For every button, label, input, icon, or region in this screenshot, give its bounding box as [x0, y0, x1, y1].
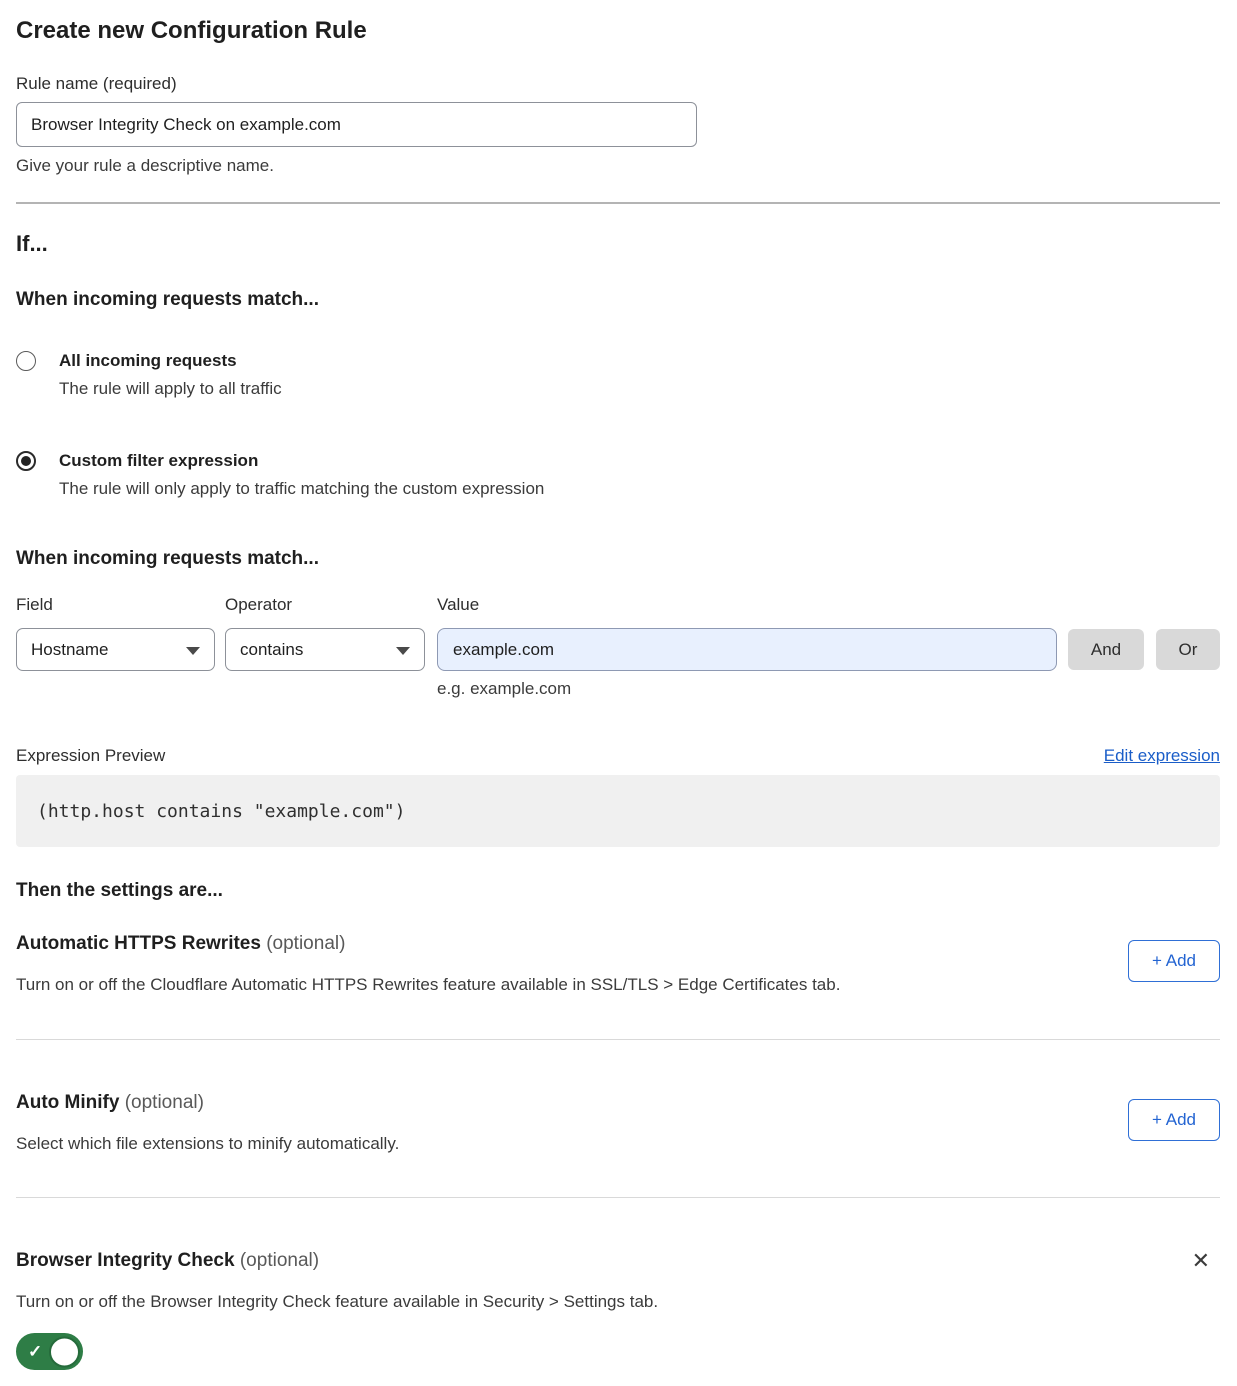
expression-preview-box: (http.host contains "example.com") [16, 775, 1220, 847]
radio-label: All incoming requests [59, 350, 282, 372]
expression-code: (http.host contains "example.com") [37, 801, 405, 822]
chevron-down-icon [186, 647, 200, 655]
edit-expression-link[interactable]: Edit expression [1104, 745, 1220, 767]
builder-labels: Field Operator Value [16, 594, 1220, 616]
create-configuration-rule-form: Create new Configuration Rule Rule name … [0, 0, 1237, 1386]
setting-title: Automatic HTTPS Rewrites [16, 933, 261, 954]
add-automatic-https-rewrites-button[interactable]: + Add [1128, 940, 1220, 982]
expression-preview-label: Expression Preview [16, 745, 165, 767]
setting-description: Turn on or off the Browser Integrity Che… [16, 1291, 1220, 1313]
browser-integrity-toggle[interactable]: ✓ [16, 1333, 83, 1370]
add-auto-minify-button[interactable]: + Add [1128, 1099, 1220, 1141]
setting-optional-tag: (optional) [266, 933, 345, 954]
section-divider [16, 202, 1220, 204]
radio-label: Custom filter expression [59, 450, 544, 472]
setting-divider [16, 1197, 1220, 1198]
radio-icon[interactable] [16, 351, 36, 371]
field-select-value: Hostname [31, 640, 108, 660]
toggle-knob[interactable] [49, 1336, 80, 1367]
check-icon: ✓ [28, 1342, 42, 1362]
if-heading: If... [16, 230, 1220, 258]
radio-icon[interactable] [16, 451, 36, 471]
expression-builder-row: Hostname contains And Or [16, 628, 1220, 671]
radio-description: The rule will only apply to traffic matc… [59, 478, 544, 500]
rule-name-label: Rule name (required) [16, 73, 1220, 95]
value-input[interactable] [437, 628, 1057, 671]
chevron-down-icon [396, 647, 410, 655]
setting-description: Turn on or off the Cloudflare Automatic … [16, 974, 1220, 996]
expression-builder-heading: When incoming requests match... [16, 547, 1220, 571]
rule-name-input[interactable] [16, 102, 697, 147]
match-heading: When incoming requests match... [16, 288, 1220, 312]
operator-select-value: contains [240, 640, 303, 660]
radio-texts: Custom filter expression The rule will o… [59, 450, 544, 500]
setting-automatic-https-rewrites: Automatic HTTPS Rewrites (optional) Turn… [16, 932, 1220, 996]
field-select[interactable]: Hostname [16, 628, 215, 671]
setting-optional-tag: (optional) [125, 1092, 204, 1113]
and-button[interactable]: And [1068, 629, 1144, 670]
radio-texts: All incoming requests The rule will appl… [59, 350, 282, 400]
setting-auto-minify: Auto Minify (optional) Select which file… [16, 1091, 1220, 1155]
setting-title: Auto Minify [16, 1092, 119, 1113]
setting-divider [16, 1039, 1220, 1040]
operator-label: Operator [225, 594, 437, 616]
radio-custom-filter-expression[interactable]: Custom filter expression The rule will o… [16, 450, 1220, 500]
field-label: Field [16, 594, 225, 616]
setting-description: Select which file extensions to minify a… [16, 1133, 1220, 1155]
page-title: Create new Configuration Rule [16, 16, 1220, 46]
value-helper: e.g. example.com [437, 678, 1220, 700]
value-label: Value [437, 594, 479, 616]
setting-title: Browser Integrity Check [16, 1250, 235, 1271]
operator-select[interactable]: contains [225, 628, 425, 671]
setting-heading: Automatic HTTPS Rewrites (optional) [16, 932, 1220, 956]
setting-heading: Browser Integrity Check (optional) [16, 1249, 1220, 1273]
then-heading: Then the settings are... [16, 879, 1220, 903]
radio-all-incoming-requests[interactable]: All incoming requests The rule will appl… [16, 350, 1220, 400]
or-button[interactable]: Or [1156, 629, 1220, 670]
close-icon[interactable]: ✕ [1192, 1249, 1210, 1273]
rule-name-helper: Give your rule a descriptive name. [16, 155, 1220, 177]
setting-optional-tag: (optional) [240, 1250, 319, 1271]
expression-preview-header: Expression Preview Edit expression [16, 745, 1220, 767]
setting-heading: Auto Minify (optional) [16, 1091, 1220, 1115]
setting-browser-integrity-check: Browser Integrity Check (optional) ✕ Tur… [16, 1249, 1220, 1370]
radio-description: The rule will apply to all traffic [59, 378, 282, 400]
